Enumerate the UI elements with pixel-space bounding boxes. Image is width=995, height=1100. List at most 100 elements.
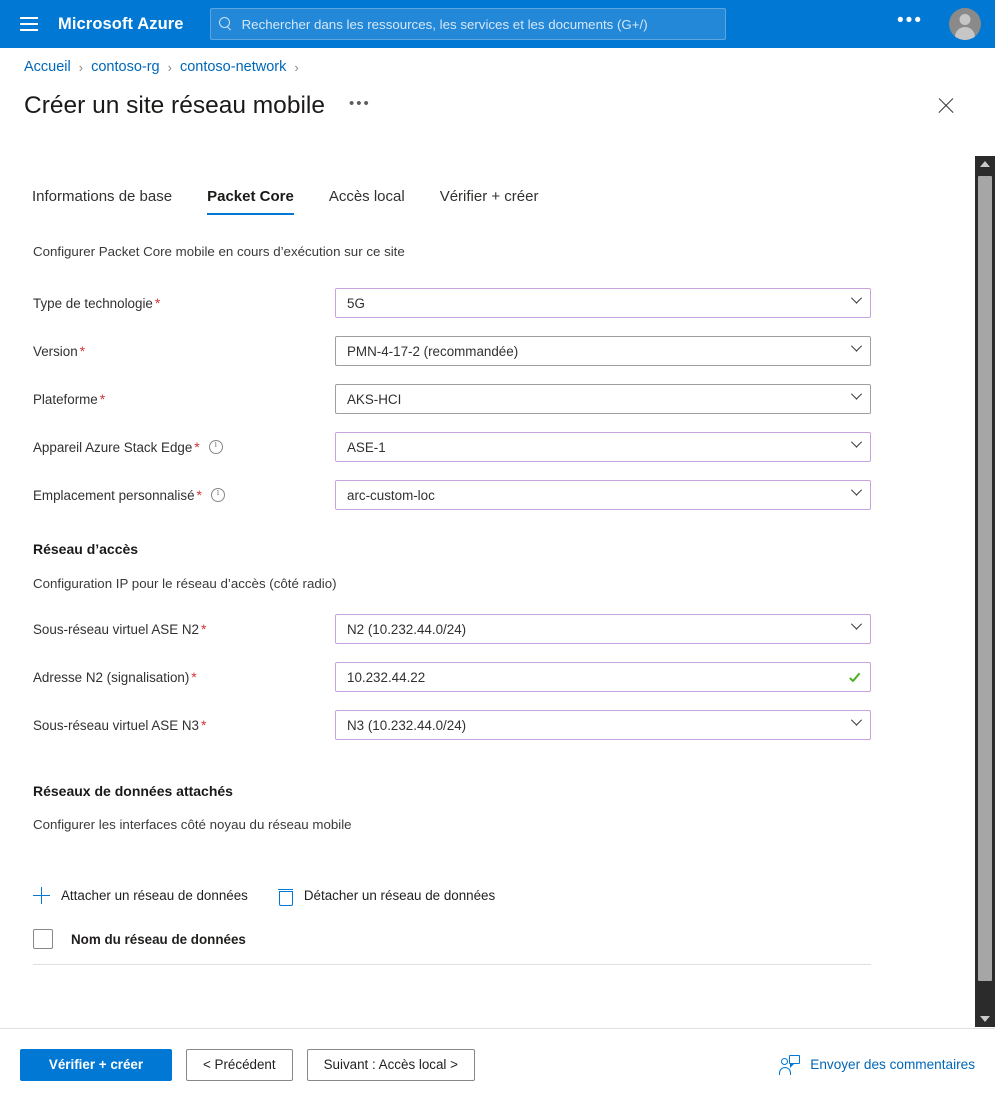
tab-verifier-creer[interactable]: Vérifier + créer <box>440 188 539 215</box>
page-more-icon[interactable]: ••• <box>349 96 371 112</box>
detach-data-network-button[interactable]: Détacher un réseau de données <box>277 887 496 906</box>
field-row-version: Version * PMN-4-17-2 (recommandée) <box>33 336 871 366</box>
azure-brand-label[interactable]: Microsoft Azure <box>58 15 184 34</box>
global-header-actions: ••• <box>897 8 995 40</box>
label-ase-n2-subnet: Sous-réseau virtuel ASE N2 * <box>33 622 335 637</box>
label-azure-stack-edge-device: Appareil Azure Stack Edge * <box>33 439 335 455</box>
field-row-n2-address: Adresse N2 (signalisation) * 10.232.44.2… <box>33 662 871 692</box>
label-custom-location: Emplacement personnalisé * <box>33 487 335 503</box>
label-text: Plateforme <box>33 391 98 407</box>
info-icon[interactable] <box>208 439 223 454</box>
dropdown-ase-n2-subnet[interactable]: N2 (10.232.44.0/24) <box>335 614 871 644</box>
dropdown-custom-location[interactable]: arc-custom-loc <box>335 480 871 510</box>
dropdown-version[interactable]: PMN-4-17-2 (recommandée) <box>335 336 871 366</box>
required-marker: * <box>191 669 197 685</box>
chevron-down-icon <box>851 490 862 501</box>
dropdown-value: arc-custom-loc <box>347 487 435 503</box>
field-row-ase-n2-subnet: Sous-réseau virtuel ASE N2 * N2 (10.232.… <box>33 614 871 644</box>
breadcrumb-separator: › <box>78 59 84 75</box>
dropdown-value: N3 (10.232.44.0/24) <box>347 717 467 733</box>
label-text: Appareil Azure Stack Edge <box>33 439 193 455</box>
dropdown-azure-stack-edge-device[interactable]: ASE-1 <box>335 432 871 462</box>
required-marker: * <box>200 717 207 733</box>
label-n2-address: Adresse N2 (signalisation) * <box>33 670 335 685</box>
review-create-button[interactable]: Vérifier + créer <box>20 1048 172 1081</box>
breadcrumb-item-network[interactable]: contoso-network <box>180 59 286 75</box>
select-all-checkbox[interactable] <box>33 929 53 949</box>
section-heading-attached-data-networks: Réseaux de données attachés <box>33 783 233 799</box>
global-more-icon[interactable]: ••• <box>897 11 923 32</box>
dropdown-value: N2 (10.232.44.0/24) <box>347 621 467 637</box>
global-header: Microsoft Azure Rechercher dans les ress… <box>0 0 995 48</box>
content-scrollbar[interactable] <box>975 156 995 1027</box>
dropdown-ase-n3-subnet[interactable]: N3 (10.232.44.0/24) <box>335 710 871 740</box>
label-text: Sous-réseau virtuel ASE N3 <box>33 717 199 733</box>
tab-informations-de-base[interactable]: Informations de base <box>32 188 172 215</box>
dropdown-technology-type[interactable]: 5G <box>335 288 871 318</box>
scrollbar-thumb[interactable] <box>978 176 992 981</box>
field-row-ase-n3-subnet: Sous-réseau virtuel ASE N3 * N3 (10.232.… <box>33 710 871 740</box>
previous-button[interactable]: < Précédent <box>186 1048 293 1081</box>
feedback-person-icon <box>779 1055 801 1075</box>
send-feedback-link[interactable]: Envoyer des commentaires <box>779 1055 975 1075</box>
packet-core-intro-text: Configurer Packet Core mobile en cours d… <box>33 244 405 259</box>
breadcrumb-separator: › <box>294 59 299 75</box>
dropdown-value: 5G <box>347 295 365 311</box>
tab-acces-local[interactable]: Accès local <box>329 188 405 215</box>
info-icon[interactable] <box>210 487 225 502</box>
chevron-down-icon <box>851 346 862 357</box>
tab-packet-core[interactable]: Packet Core <box>207 188 294 215</box>
scroll-up-arrow-icon[interactable] <box>975 156 995 173</box>
attach-data-network-button[interactable]: Attacher un réseau de données <box>33 887 248 904</box>
section-description-access-network: Configuration IP pour le réseau d’accès … <box>33 576 337 591</box>
section-description-attached-data-networks: Configurer les interfaces côté noyau du … <box>33 817 352 832</box>
required-marker: * <box>194 439 200 455</box>
label-technology-type: Type de technologie * <box>33 296 335 311</box>
hamburger-icon[interactable] <box>20 17 38 31</box>
breadcrumb-item-home[interactable]: Accueil <box>24 59 71 75</box>
plus-icon <box>33 887 50 904</box>
required-marker: * <box>154 295 161 311</box>
field-row-azure-stack-edge-device: Appareil Azure Stack Edge * ASE-1 <box>33 432 871 462</box>
blade-content: Informations de base Packet Core Accès l… <box>0 156 975 1027</box>
dropdown-value: AKS-HCI <box>347 391 402 407</box>
label-ase-n3-subnet: Sous-réseau virtuel ASE N3 * <box>33 718 335 733</box>
required-marker: * <box>99 391 106 407</box>
valid-check-icon <box>849 671 862 684</box>
next-button[interactable]: Suivant : Accès local > <box>306 1048 475 1081</box>
input-value: 10.232.44.22 <box>347 669 426 685</box>
label-text: Adresse N2 (signalisation) <box>33 669 190 685</box>
wizard-footer: Vérifier + créer < Précédent Suivant : A… <box>0 1028 995 1100</box>
label-platform: Plateforme * <box>33 392 335 407</box>
dropdown-value: PMN-4-17-2 (recommandée) <box>347 343 519 359</box>
scroll-down-arrow-icon[interactable] <box>975 1010 995 1027</box>
detach-data-network-label: Détacher un réseau de données <box>303 888 496 903</box>
section-heading-access-network: Réseau d’accès <box>33 541 139 557</box>
required-marker: * <box>196 487 202 503</box>
wizard-tabs: Informations de base Packet Core Accès l… <box>32 188 573 215</box>
chevron-down-icon <box>851 442 862 453</box>
send-feedback-label: Envoyer des commentaires <box>810 1057 975 1072</box>
azure-portal-page: Microsoft Azure Rechercher dans les ress… <box>0 0 995 1100</box>
table-divider <box>33 964 871 965</box>
field-row-platform: Plateforme * AKS-HCI <box>33 384 871 414</box>
close-icon[interactable] <box>935 95 957 117</box>
global-search-box[interactable]: Rechercher dans les ressources, les serv… <box>209 8 726 40</box>
label-text: Type de technologie <box>33 295 153 311</box>
account-avatar-icon[interactable] <box>949 8 981 40</box>
required-marker: * <box>200 621 207 637</box>
attach-data-network-label: Attacher un réseau de données <box>61 888 248 903</box>
label-text: Emplacement personnalisé <box>33 487 195 503</box>
input-n2-address[interactable]: 10.232.44.22 <box>335 662 871 692</box>
global-search-placeholder: Rechercher dans les ressources, les serv… <box>241 16 648 32</box>
page-title: Créer un site réseau mobile <box>24 92 325 119</box>
label-text: Version <box>33 343 78 359</box>
required-marker: * <box>79 343 86 359</box>
breadcrumb-item-resource-group[interactable]: contoso-rg <box>91 59 160 75</box>
dropdown-value: ASE-1 <box>347 439 386 455</box>
label-text: Sous-réseau virtuel ASE N2 <box>33 621 199 637</box>
dropdown-platform[interactable]: AKS-HCI <box>335 384 871 414</box>
chevron-down-icon <box>851 394 862 405</box>
page-title-row: Créer un site réseau mobile ••• <box>24 92 975 120</box>
data-networks-toolbar: Attacher un réseau de données Détacher u… <box>33 887 525 906</box>
